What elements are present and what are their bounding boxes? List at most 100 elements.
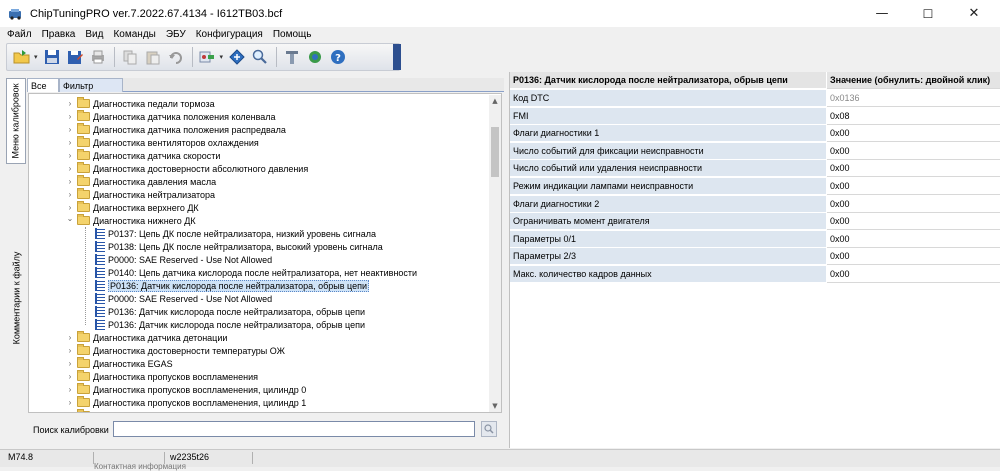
grid-param-name: Параметры 0/1 xyxy=(510,230,827,248)
chevron-right-icon[interactable]: › xyxy=(65,112,75,121)
tree-folder-item[interactable]: › Диагностика педали тормоза xyxy=(65,97,215,110)
tree-folder-item[interactable]: › Диагностика нейтрализатора xyxy=(65,188,215,201)
tree-dtc-item[interactable]: P0140: Цепь датчика кислорода после нейт… xyxy=(95,266,417,279)
tree-folder-item[interactable]: › Диагностика датчика положения коленвала xyxy=(65,110,276,123)
menu-help[interactable]: Помощь xyxy=(268,29,317,40)
tree-folder-item[interactable]: › Диагностика достоверности абсолютного д… xyxy=(65,162,308,175)
tree-folder-item[interactable]: › Диагностика пропусков воспламенения, ци… xyxy=(65,409,306,412)
menu-commands[interactable]: Команды xyxy=(108,29,160,40)
tree-folder-item[interactable]: › Диагностика датчика скорости xyxy=(65,149,220,162)
paste-icon[interactable] xyxy=(142,46,164,68)
chevron-right-icon[interactable]: › xyxy=(65,385,75,394)
grid-param-value[interactable]: 0x0136 xyxy=(827,90,1000,107)
dtc-table-icon xyxy=(95,319,105,330)
scroll-down-icon[interactable]: ▼ xyxy=(489,400,501,412)
scroll-thumb[interactable] xyxy=(491,127,499,177)
tree-dtc-item[interactable]: P0137: Цепь ДК после нейтрализатора, низ… xyxy=(95,227,376,240)
undo-icon[interactable] xyxy=(165,46,187,68)
folder-icon xyxy=(77,370,90,381)
parameter-grid: P0136: Датчик кислорода после нейтрализа… xyxy=(509,72,1000,448)
tree-item-label: Диагностика нейтрализатора xyxy=(93,189,216,200)
chevron-right-icon[interactable]: › xyxy=(65,359,75,368)
ecu-dropdown-arrow-icon[interactable]: ▾ xyxy=(220,53,224,61)
settings-tools-icon[interactable] xyxy=(281,46,303,68)
help-icon[interactable]: ? xyxy=(327,46,349,68)
open-folder-icon[interactable] xyxy=(11,46,33,68)
chevron-right-icon[interactable]: › xyxy=(65,333,75,342)
chevron-down-icon[interactable]: ⌄ xyxy=(65,214,75,223)
minimize-button[interactable]: — xyxy=(859,0,905,27)
chevron-right-icon[interactable]: › xyxy=(65,164,75,173)
chevron-right-icon[interactable]: › xyxy=(65,138,75,147)
tree-dtc-item-selected[interactable]: P0136: Датчик кислорода после нейтрализа… xyxy=(95,279,369,292)
tab-calibration-menu[interactable]: Меню калибровок xyxy=(6,78,26,164)
chevron-right-icon[interactable]: › xyxy=(65,411,75,412)
toolbar-overflow-handle[interactable] xyxy=(393,44,401,70)
tree-item-label: P0138: Цепь ДК после нейтрализатора, выс… xyxy=(108,241,383,252)
grid-param-value[interactable]: 0x00 xyxy=(827,178,1000,195)
chevron-right-icon[interactable]: › xyxy=(65,398,75,407)
tree-dtc-item[interactable]: P0138: Цепь ДК после нейтрализатора, выс… xyxy=(95,240,383,253)
tab-all[interactable]: Все xyxy=(27,78,59,92)
chevron-right-icon[interactable]: › xyxy=(65,372,75,381)
grid-param-value[interactable]: 0x00 xyxy=(827,213,1000,231)
grid-param-value[interactable]: 0x00 xyxy=(827,160,1000,178)
save-as-icon[interactable] xyxy=(64,46,86,68)
grid-param-value[interactable]: 0x00 xyxy=(827,230,1000,248)
tree-folder-item[interactable]: › Диагностика верхнего ДК xyxy=(65,201,199,214)
menu-view[interactable]: Вид xyxy=(80,29,108,40)
chevron-right-icon[interactable]: › xyxy=(65,190,75,199)
open-dropdown-arrow-icon[interactable]: ▾ xyxy=(34,53,38,61)
chevron-right-icon[interactable]: › xyxy=(65,99,75,108)
dtc-table-icon xyxy=(95,293,105,304)
tree-folder-item[interactable]: › Диагностика пропусков воспламенения xyxy=(65,370,258,383)
tree-dtc-item[interactable]: P0000: SAE Reserved - Use Not Allowed xyxy=(95,253,272,266)
tree-folder-item[interactable]: › Диагностика давления масла xyxy=(65,175,216,188)
network-update-icon[interactable] xyxy=(304,46,326,68)
tree-dtc-item[interactable]: P0136: Датчик кислорода после нейтрализа… xyxy=(95,305,365,318)
grid-param-value[interactable]: 0x00 xyxy=(827,195,1000,213)
grid-param-value[interactable]: 0x08 xyxy=(827,107,1000,125)
tree-folder-item[interactable]: › Диагностика вентиляторов охлаждения xyxy=(65,136,259,149)
scroll-up-icon[interactable]: ▲ xyxy=(489,95,501,107)
tree-folder-item[interactable]: › Диагностика EGAS xyxy=(65,357,173,370)
grid-param-name: Число событий для фиксации неисправности xyxy=(510,142,827,160)
tree-folder-item[interactable]: › Диагностика датчика детонации xyxy=(65,331,227,344)
status-ecu-model: M74.8 xyxy=(8,452,34,462)
tree-dtc-item[interactable]: P0000: SAE Reserved - Use Not Allowed xyxy=(95,292,272,305)
zoom-search-icon[interactable] xyxy=(249,46,271,68)
tree-item-label: P0137: Цепь ДК после нейтрализатора, низ… xyxy=(108,228,377,239)
tree-folder-item[interactable]: › Диагностика пропусков воспламенения, ци… xyxy=(65,396,306,409)
menu-file[interactable]: Файл xyxy=(0,29,37,40)
close-button[interactable]: ✕ xyxy=(951,0,997,27)
menu-edit[interactable]: Правка xyxy=(37,29,81,40)
chevron-right-icon[interactable]: › xyxy=(65,203,75,212)
tab-filter[interactable]: Фильтр xyxy=(59,78,123,92)
calibration-search-input[interactable] xyxy=(113,421,475,437)
tree-folder-item[interactable]: › Диагностика достоверности температуры О… xyxy=(65,344,285,357)
maximize-button[interactable]: ☐ xyxy=(905,0,951,27)
menu-configuration[interactable]: Конфигурация xyxy=(191,29,268,40)
folder-icon xyxy=(77,175,90,186)
grid-param-value[interactable]: 0x00 xyxy=(827,125,1000,143)
print-icon[interactable] xyxy=(87,46,109,68)
ecu-read-icon[interactable] xyxy=(197,46,219,68)
chevron-right-icon[interactable]: › xyxy=(65,151,75,160)
chevron-right-icon[interactable]: › xyxy=(65,177,75,186)
save-icon[interactable] xyxy=(41,46,63,68)
grid-param-value[interactable]: 0x00 xyxy=(827,266,1000,283)
tab-file-comment[interactable]: Комментарии к файлу xyxy=(6,250,26,346)
grid-param-value[interactable]: 0x00 xyxy=(827,142,1000,160)
tree-folder-item[interactable]: › Диагностика датчика положения распредва… xyxy=(65,123,286,136)
navigate-diamond-icon[interactable] xyxy=(226,46,248,68)
tree-dtc-item[interactable]: P0136: Датчик кислорода после нейтрализа… xyxy=(95,318,365,331)
menu-ecu[interactable]: ЭБУ xyxy=(161,29,191,40)
search-button[interactable] xyxy=(481,421,497,437)
chevron-right-icon[interactable]: › xyxy=(65,346,75,355)
copy-icon[interactable] xyxy=(119,46,141,68)
grid-param-value[interactable]: 0x00 xyxy=(827,248,1000,266)
chevron-right-icon[interactable]: › xyxy=(65,125,75,134)
tree-folder-item[interactable]: › Диагностика пропусков воспламенения, ци… xyxy=(65,383,306,396)
tree-scrollbar[interactable]: ▲ ▼ xyxy=(489,95,501,412)
tree-folder-item[interactable]: ⌄ Диагностика нижнего ДК xyxy=(65,214,196,227)
